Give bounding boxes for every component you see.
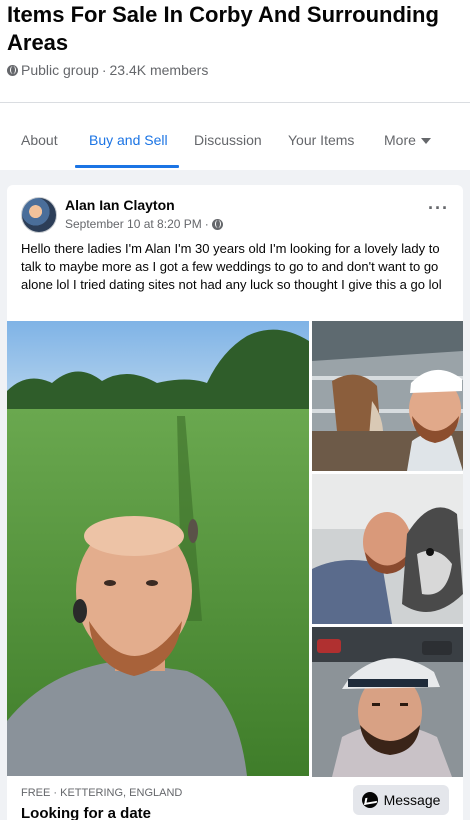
- group-title[interactable]: Items For Sale In Corby And Surrounding …: [7, 1, 447, 57]
- tab-discussion[interactable]: Discussion: [194, 132, 262, 148]
- listing-meta: FREE · KETTERING, ENGLAND: [21, 787, 183, 799]
- tab-about[interactable]: About: [21, 132, 58, 148]
- selfie-with-horse-photo[interactable]: [312, 321, 463, 471]
- selfie-in-field-photo[interactable]: [7, 321, 309, 776]
- post-timestamp[interactable]: September 10 at 8:20 PM: [65, 217, 202, 231]
- group-privacy: Public group: [21, 62, 99, 78]
- post-text: Hello there ladies I'm Alan I'm 30 years…: [21, 241, 442, 292]
- more-horizontal-icon[interactable]: ···: [428, 199, 449, 217]
- group-members[interactable]: 23.4K members: [110, 62, 209, 78]
- avatar[interactable]: [21, 197, 57, 233]
- post-author[interactable]: Alan Ian Clayton: [65, 197, 175, 213]
- message-button-label: Message: [383, 792, 441, 808]
- selfie-with-dog-photo[interactable]: [312, 474, 463, 624]
- group-tabs: About Buy and Sell Discussion Your Items…: [0, 118, 470, 168]
- selfie-in-car-park-photo[interactable]: [312, 627, 463, 777]
- active-tab-indicator: [75, 165, 179, 168]
- caret-down-icon: [420, 138, 431, 145]
- group-header: Items For Sale In Corby And Surrounding …: [0, 0, 470, 170]
- globe-icon: [7, 64, 18, 76]
- globe-icon: [211, 218, 223, 230]
- tab-your-items[interactable]: Your Items: [288, 132, 354, 148]
- post-time: September 10 at 8:20 PM ·: [65, 217, 223, 231]
- header-divider: [0, 102, 470, 103]
- messenger-icon: [361, 792, 378, 808]
- message-button[interactable]: Message: [353, 785, 449, 815]
- tab-buy-and-sell[interactable]: Buy and Sell: [89, 132, 168, 148]
- tab-more-label: More: [384, 132, 416, 148]
- post-card: Alan Ian Clayton September 10 at 8:20 PM…: [7, 185, 463, 820]
- meta-separator: ·: [101, 62, 107, 78]
- listing-footer: FREE · KETTERING, ENGLAND Looking for a …: [7, 779, 463, 820]
- post-time-separator: ·: [204, 217, 209, 231]
- listing-title[interactable]: Looking for a date: [21, 805, 151, 820]
- group-meta: Public group · 23.4K members: [7, 62, 208, 78]
- tab-more[interactable]: More: [384, 132, 431, 148]
